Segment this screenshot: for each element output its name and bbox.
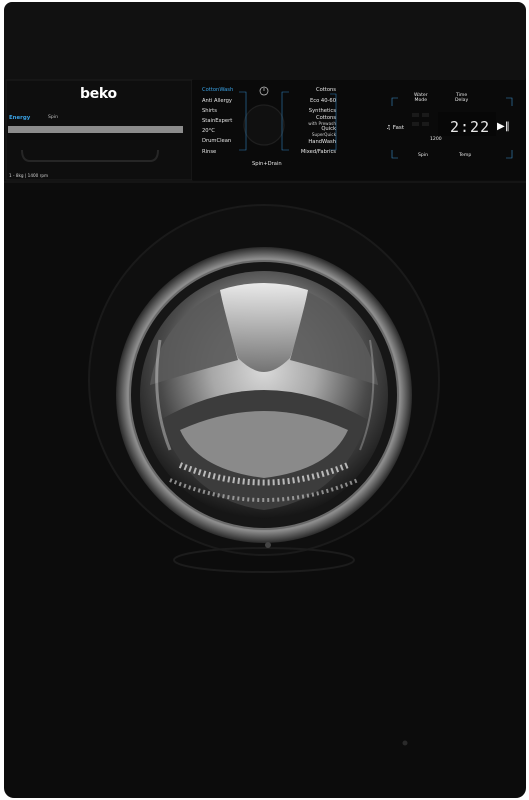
temp-label[interactable]: Temp	[459, 153, 471, 158]
program-anti-allergy[interactable]: Anti Allergy	[202, 98, 232, 104]
top-panel	[4, 2, 526, 84]
time-display: 2:22	[450, 118, 491, 136]
program-eco-40-60[interactable]: Eco 40-60	[310, 98, 336, 104]
water-mode-label[interactable]: Water Mode	[414, 93, 428, 103]
program-dial[interactable]	[243, 104, 285, 146]
program-drumclean[interactable]: DrumClean	[202, 138, 231, 144]
program-rinse[interactable]: Rinse	[202, 149, 216, 155]
program-quick-sub: SuperQuick	[311, 132, 336, 137]
spin-label[interactable]: Spin	[418, 153, 428, 158]
program-cottonwash[interactable]: CottonWash	[202, 87, 233, 93]
drawer-strip	[8, 126, 183, 133]
play-pause-icon[interactable]: ▶‖	[497, 121, 510, 132]
program-cottons[interactable]: Cottons	[316, 87, 336, 93]
energy-suffix: Spin	[48, 115, 59, 120]
music-note-icon: ♫	[386, 125, 393, 131]
program-synthetics[interactable]: Synthetics	[309, 108, 336, 114]
time-delay-label[interactable]: Time Delay	[455, 93, 468, 103]
fast-button[interactable]: ♫ Fast	[386, 125, 404, 131]
program-handwash[interactable]: HandWash	[308, 139, 336, 145]
energy-label: Energy	[9, 115, 31, 121]
program-stainexpert[interactable]: StainExpert	[202, 118, 232, 124]
program-mixed-fabrics[interactable]: Mixed/Fabrics	[301, 149, 336, 155]
spin-speed-value: 1200	[430, 137, 442, 142]
program-20c[interactable]: 20°C	[202, 128, 215, 134]
program-shirts[interactable]: Shirts	[202, 108, 217, 114]
filter-cap	[402, 740, 408, 746]
program-spin-drain[interactable]: Spin+Drain	[252, 161, 282, 167]
capacity-label: 1 - 8kg | 1400 rpm	[9, 173, 49, 178]
brand-logo: beko	[80, 86, 117, 102]
